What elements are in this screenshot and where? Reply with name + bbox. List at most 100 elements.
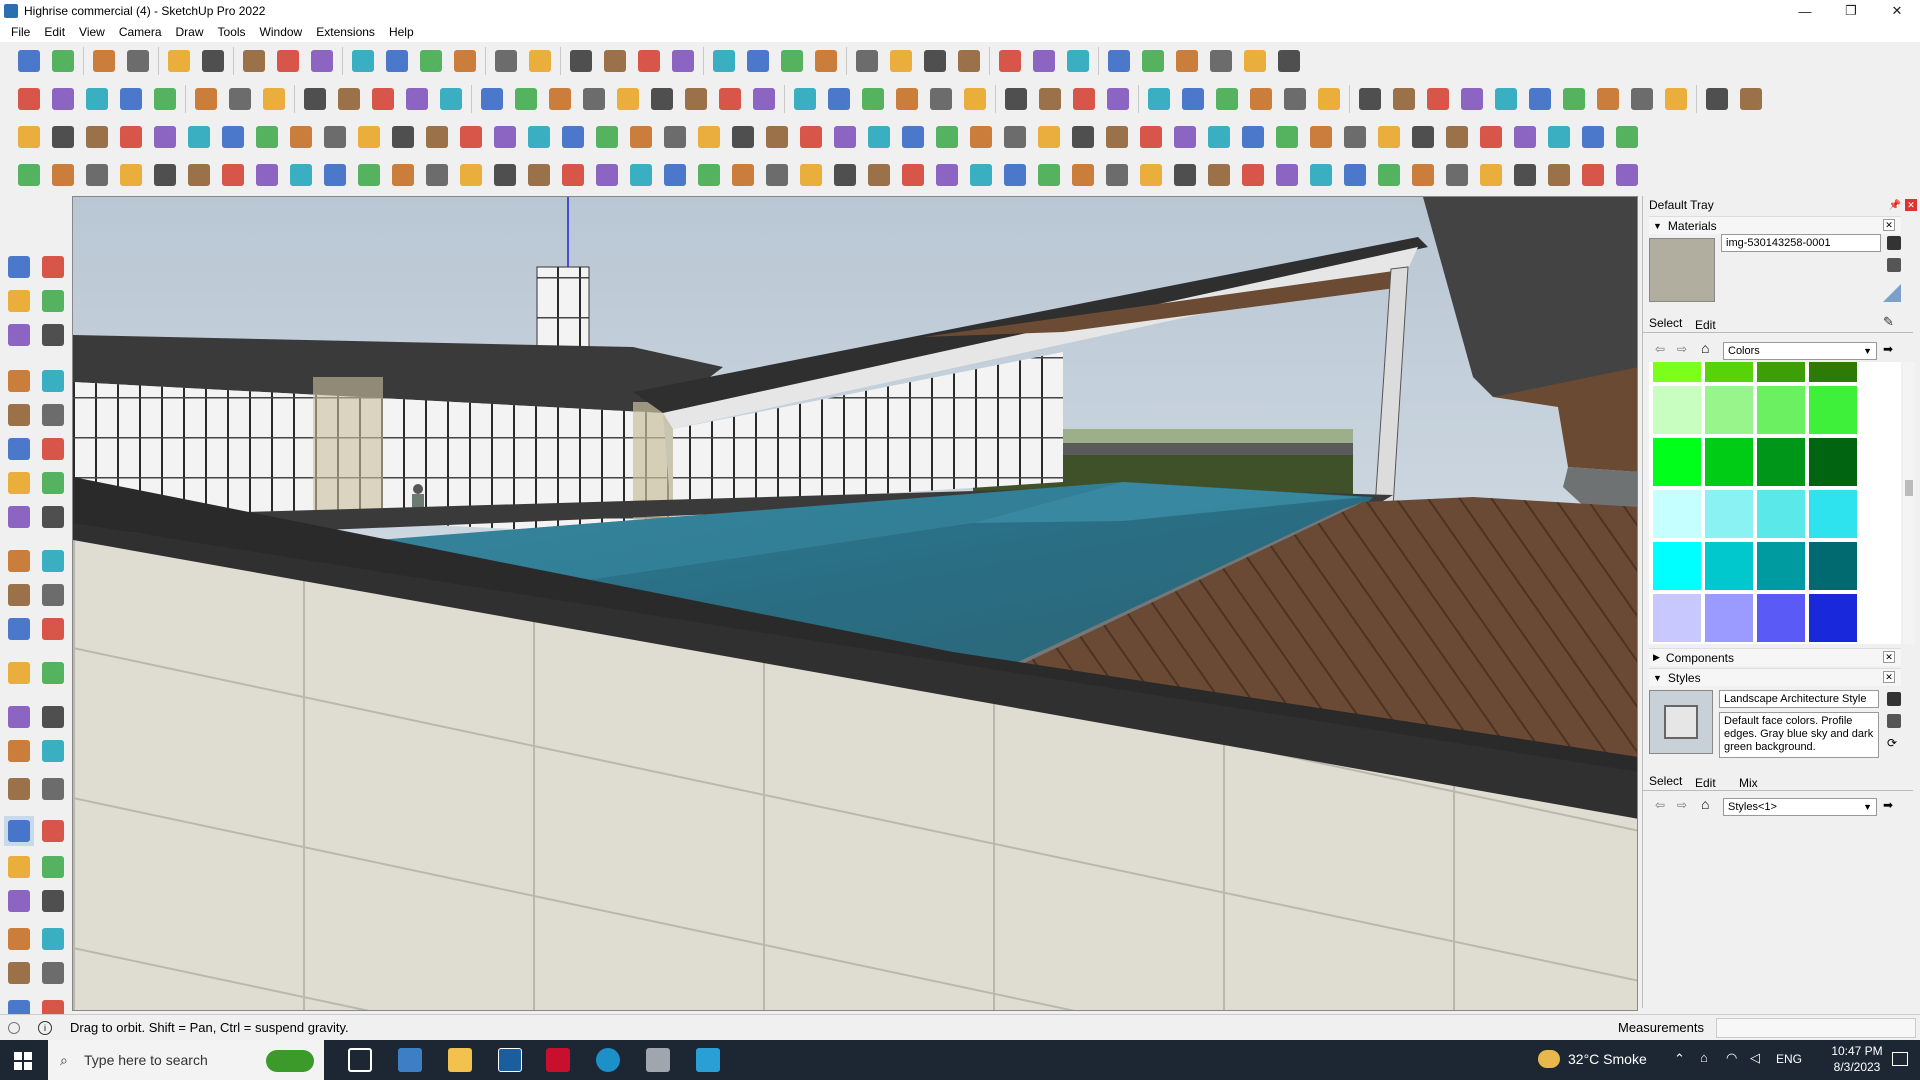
wifi-icon[interactable]: ◠ xyxy=(1726,1050,1737,1066)
material-swatch[interactable] xyxy=(1809,438,1857,486)
toolbar-tool-icon[interactable] xyxy=(284,158,318,192)
toolbar-tool-icon[interactable] xyxy=(1032,158,1066,192)
toolbar-tool-icon[interactable] xyxy=(1591,82,1625,116)
left-tool-icon[interactable] xyxy=(4,852,34,882)
toolbar-tool-icon[interactable] xyxy=(999,82,1033,116)
maximize-button[interactable]: ❐ xyxy=(1828,0,1874,22)
weather-icon[interactable] xyxy=(1538,1050,1560,1068)
toolbar-tool-icon[interactable] xyxy=(1202,120,1236,154)
menu-view[interactable]: View xyxy=(72,25,112,39)
toolbar-tool-icon[interactable] xyxy=(1066,158,1100,192)
toolbar-tool-icon[interactable] xyxy=(1032,120,1066,154)
toolbar-tool-icon[interactable] xyxy=(148,120,182,154)
toolbar-tool-icon[interactable] xyxy=(489,44,523,78)
toolbar-tool-icon[interactable] xyxy=(794,158,828,192)
toolbar-tool-icon[interactable] xyxy=(1027,44,1061,78)
materials-edit-tab[interactable]: Edit xyxy=(1695,318,1716,332)
toolbar-tool-icon[interactable] xyxy=(577,82,611,116)
toolbar-tool-icon[interactable] xyxy=(1421,82,1455,116)
app-icon[interactable] xyxy=(646,1048,670,1072)
styles-edit-tab[interactable]: Edit xyxy=(1695,776,1716,790)
forward-arrow-icon[interactable]: ⇨ xyxy=(1677,798,1687,812)
toolbar-tool-icon[interactable] xyxy=(420,158,454,192)
toolbar-tool-icon[interactable] xyxy=(1610,158,1644,192)
toolbar-tool-icon[interactable] xyxy=(1659,82,1693,116)
toolbar-tool-icon[interactable] xyxy=(1625,82,1659,116)
toolbar-tool-icon[interactable] xyxy=(488,120,522,154)
toolbar-tool-icon[interactable] xyxy=(679,82,713,116)
material-swatch[interactable] xyxy=(1705,490,1753,538)
left-tool-icon[interactable] xyxy=(38,816,68,846)
toolbar-tool-icon[interactable] xyxy=(1387,82,1421,116)
toolbar-tool-icon[interactable] xyxy=(1338,120,1372,154)
toolbar-tool-icon[interactable] xyxy=(1304,120,1338,154)
toolbar-tool-icon[interactable] xyxy=(1576,158,1610,192)
toolbar-tool-icon[interactable] xyxy=(788,82,822,116)
toolbar-tool-icon[interactable] xyxy=(760,120,794,154)
styles-panel-header[interactable]: ▼ Styles ✕ xyxy=(1649,668,1901,686)
scroll-thumb[interactable] xyxy=(1905,480,1913,496)
material-swatch[interactable] xyxy=(1705,594,1753,642)
materials-panel-header[interactable]: ▼ Materials ✕ xyxy=(1649,216,1901,234)
measurements-field[interactable] xyxy=(1716,1018,1916,1038)
toolbar-tool-icon[interactable] xyxy=(216,158,250,192)
toolbar-tool-icon[interactable] xyxy=(890,82,924,116)
toolbar-tool-icon[interactable] xyxy=(692,120,726,154)
toolbar-tool-icon[interactable] xyxy=(12,120,46,154)
toolbar-tool-icon[interactable] xyxy=(822,82,856,116)
toolbar-tool-icon[interactable] xyxy=(856,82,890,116)
toolbar-tool-icon[interactable] xyxy=(352,158,386,192)
notification-icon[interactable] xyxy=(1892,1052,1908,1066)
toolbar-tool-icon[interactable] xyxy=(80,120,114,154)
material-swatch[interactable] xyxy=(1653,362,1701,382)
left-tool-icon[interactable] xyxy=(38,658,68,688)
left-tool-icon[interactable] xyxy=(4,774,34,804)
toolbar-tool-icon[interactable] xyxy=(624,120,658,154)
toolbar-tool-icon[interactable] xyxy=(666,44,700,78)
toolbar-tool-icon[interactable] xyxy=(1170,44,1204,78)
toolbar-tool-icon[interactable] xyxy=(645,82,679,116)
toolbar-tool-icon[interactable] xyxy=(237,44,271,78)
toolbar-tool-icon[interactable] xyxy=(1236,120,1270,154)
toolbar-tool-icon[interactable] xyxy=(250,158,284,192)
toolbar-tool-icon[interactable] xyxy=(658,158,692,192)
toolbar-tool-icon[interactable] xyxy=(1270,120,1304,154)
materials-close-icon[interactable]: ✕ xyxy=(1883,219,1895,231)
back-arrow-icon[interactable]: ⇦ xyxy=(1655,798,1665,812)
toolbar-tool-icon[interactable] xyxy=(189,82,223,116)
menu-file[interactable]: File xyxy=(4,25,37,39)
toolbar-tool-icon[interactable] xyxy=(522,158,556,192)
toolbar-tool-icon[interactable] xyxy=(658,120,692,154)
left-tool-icon[interactable] xyxy=(38,320,68,350)
left-tool-icon[interactable] xyxy=(4,580,34,610)
left-tool-icon[interactable] xyxy=(38,400,68,430)
material-swatch[interactable] xyxy=(1757,438,1805,486)
material-swatch[interactable] xyxy=(1809,490,1857,538)
toolbar-tool-icon[interactable] xyxy=(182,158,216,192)
toolbar-tool-icon[interactable] xyxy=(454,120,488,154)
left-tool-icon[interactable] xyxy=(4,502,34,532)
toolbar-tool-icon[interactable] xyxy=(1272,44,1306,78)
toolbar-tool-icon[interactable] xyxy=(148,158,182,192)
swatch-scrollbar[interactable] xyxy=(1903,362,1915,644)
toolbar-tool-icon[interactable] xyxy=(556,120,590,154)
toolbar-tool-icon[interactable] xyxy=(346,44,380,78)
toolbar-tool-icon[interactable] xyxy=(1542,158,1576,192)
home-icon[interactable]: ⌂ xyxy=(1701,796,1709,812)
toolbar-tool-icon[interactable] xyxy=(924,82,958,116)
toolbar-tool-icon[interactable] xyxy=(1100,120,1134,154)
toolbar-tool-icon[interactable] xyxy=(1134,120,1168,154)
toolbar-tool-icon[interactable] xyxy=(726,120,760,154)
default-material-icon[interactable] xyxy=(1883,284,1901,302)
toolbar-tool-icon[interactable] xyxy=(930,120,964,154)
toolbar-tool-icon[interactable] xyxy=(1236,158,1270,192)
styles-select-tab[interactable]: Select xyxy=(1649,774,1682,788)
toolbar-tool-icon[interactable] xyxy=(1338,158,1372,192)
material-swatch[interactable] xyxy=(1809,594,1857,642)
start-icon[interactable] xyxy=(14,1052,32,1070)
material-name-field[interactable]: img-530143258-0001 xyxy=(1721,234,1881,252)
toolbar-tool-icon[interactable] xyxy=(828,158,862,192)
toolbar-tool-icon[interactable] xyxy=(1576,120,1610,154)
toolbar-tool-icon[interactable] xyxy=(475,82,509,116)
eyedropper-icon[interactable]: ✎ xyxy=(1883,314,1897,329)
